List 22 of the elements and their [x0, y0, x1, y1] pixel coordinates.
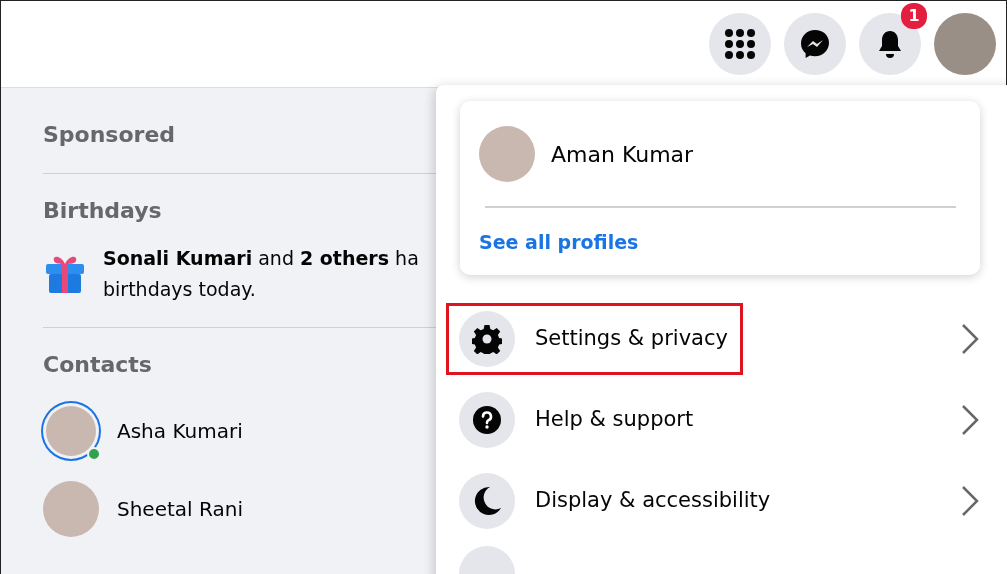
section-heading: Sponsored	[43, 121, 177, 149]
see-all-profiles-link[interactable]: See all profiles	[479, 231, 639, 253]
birthday-text: birthdays today.	[103, 277, 257, 302]
bell-icon	[876, 29, 904, 59]
notification-count: 1	[901, 3, 927, 29]
chevron-right-icon[interactable]	[960, 484, 980, 518]
gear-icon	[472, 324, 502, 354]
menu-item-label[interactable]: Display & accessibility	[535, 485, 771, 517]
moon-icon	[472, 486, 502, 516]
contact-name[interactable]: Sheetal Rani	[117, 494, 243, 524]
menu-item-label[interactable]: Help & support	[535, 404, 694, 436]
messenger-icon	[799, 28, 831, 60]
contact-name[interactable]: Asha Kumari	[117, 416, 243, 446]
menu-item-label[interactable]: Settings & privacy	[535, 323, 728, 355]
help-icon	[472, 405, 502, 435]
chevron-right-icon[interactable]	[960, 322, 980, 356]
profile-name[interactable]: Aman Kumar	[551, 137, 694, 171]
section-heading: Birthdays	[43, 197, 163, 225]
birthday-text: Sonali Kumari and 2 others ha	[103, 246, 419, 271]
grid-icon	[725, 29, 755, 59]
section-heading: Contacts	[43, 351, 153, 379]
chevron-right-icon[interactable]	[960, 403, 980, 437]
